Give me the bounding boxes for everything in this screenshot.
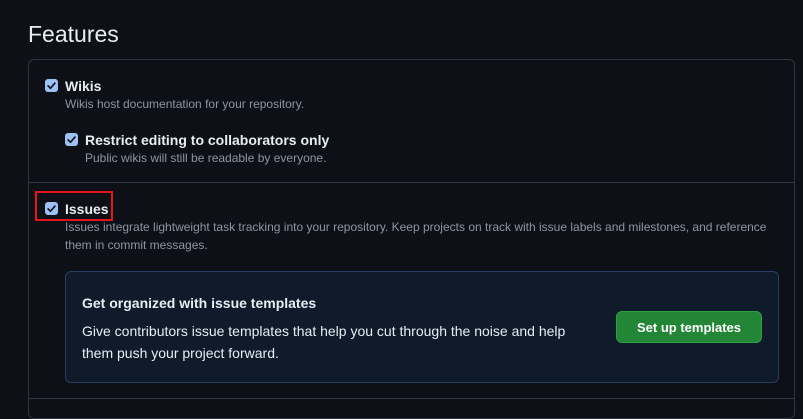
issue-templates-description: Give contributors issue templates that h… (82, 323, 566, 361)
issues-checkbox[interactable] (45, 202, 58, 215)
page-title: Features (28, 21, 119, 47)
checkmark-icon (47, 205, 56, 213)
issue-templates-title: Get organized with issue templates (82, 295, 317, 311)
checkmark-icon (47, 82, 56, 90)
issues-label[interactable]: Issues (65, 200, 109, 218)
wikis-checkbox[interactable] (45, 79, 58, 92)
restrict-editing-checkbox[interactable] (65, 133, 78, 146)
section-divider (29, 182, 794, 183)
restrict-editing-label[interactable]: Restrict editing to collaborators only (85, 131, 329, 149)
wikis-label[interactable]: Wikis (65, 77, 101, 95)
checkmark-icon (67, 136, 76, 144)
set-up-templates-button[interactable]: Set up templates (616, 311, 762, 343)
wikis-description: Wikis host documentation for your reposi… (65, 97, 305, 111)
restrict-editing-description: Public wikis will still be readable by e… (85, 151, 327, 165)
issues-description: Issues integrate lightweight task tracki… (65, 220, 767, 252)
section-divider (29, 398, 794, 399)
